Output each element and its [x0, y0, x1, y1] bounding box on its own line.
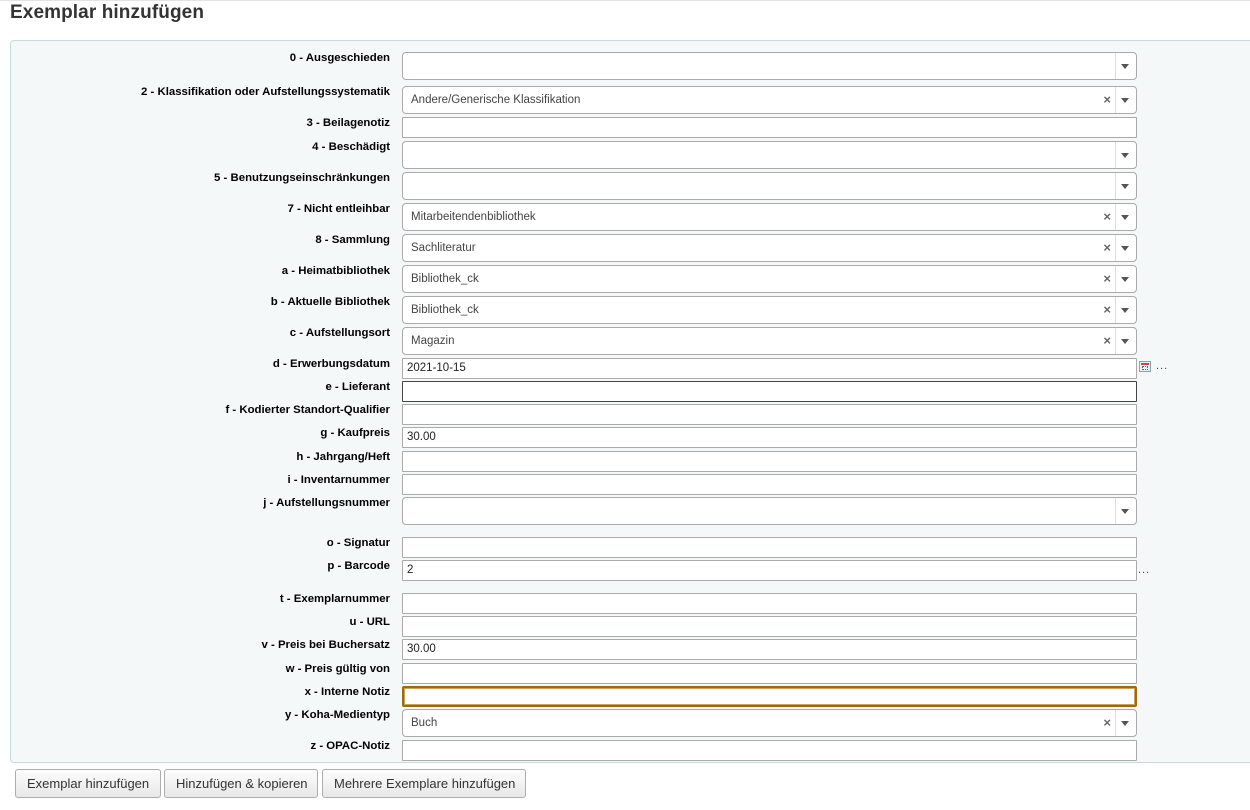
- select-value: Mitarbeitendenbibliothek: [411, 211, 536, 223]
- field-label: y - Koha-Medientyp: [284, 709, 390, 721]
- chevron-down-icon[interactable]: [1115, 266, 1136, 292]
- input-opac-note[interactable]: [402, 740, 1137, 761]
- select-home-library[interactable]: Bibliothek_ck ×: [402, 265, 1137, 293]
- calendar-icon[interactable]: [1139, 361, 1151, 372]
- field-label: g - Kaufpreis: [320, 427, 390, 439]
- chevron-down-icon[interactable]: [1115, 87, 1136, 113]
- field-label: b - Aktuelle Bibliothek: [270, 296, 390, 308]
- field-label: 5 - Benutzungseinschränkungen: [214, 172, 390, 184]
- chevron-down-icon[interactable]: [1115, 498, 1136, 524]
- field-label: v - Preis bei Buchersatz: [261, 639, 390, 651]
- select-value: Bibliothek_ck: [411, 273, 479, 285]
- field-label: 3 - Beilagenotiz: [306, 117, 390, 129]
- clear-icon[interactable]: ×: [1103, 204, 1111, 230]
- field-label: u - URL: [349, 616, 391, 628]
- field-label: 4 - Beschädigt: [312, 141, 390, 153]
- field-label: z - OPAC-Notiz: [310, 740, 390, 752]
- clear-icon[interactable]: ×: [1103, 266, 1111, 292]
- input-materials-notes[interactable]: [402, 117, 1137, 138]
- field-label: a - Heimatbibliothek: [281, 265, 390, 277]
- input-replacement-price[interactable]: 30.00: [402, 639, 1137, 660]
- field-label: 0 - Ausgeschieden: [289, 52, 390, 64]
- input-vendor[interactable]: [402, 381, 1137, 402]
- clear-icon[interactable]: ×: [1103, 297, 1111, 323]
- input-purchase-price[interactable]: 30.00: [402, 427, 1137, 448]
- chevron-down-icon[interactable]: [1115, 173, 1136, 199]
- field-label: d - Erwerbungsdatum: [272, 358, 390, 370]
- field-label: c - Aufstellungsort: [289, 327, 390, 339]
- clear-icon[interactable]: ×: [1103, 710, 1111, 736]
- input-price-effective-from[interactable]: [402, 663, 1137, 684]
- field-label: w - Preis gültig von: [285, 663, 390, 675]
- more-button[interactable]: ...: [1156, 360, 1168, 372]
- field-label: t - Exemplarnummer: [279, 593, 390, 605]
- select-use-restrictions[interactable]: [402, 172, 1137, 200]
- input-acquisition-date[interactable]: 2021-10-15: [402, 358, 1137, 379]
- input-internal-note[interactable]: [402, 686, 1137, 707]
- more-button[interactable]: ...: [1138, 564, 1150, 576]
- field-label: i - Inventarnummer: [287, 474, 390, 486]
- input-barcode[interactable]: 2: [402, 560, 1137, 581]
- field-label: o - Signatur: [326, 537, 390, 549]
- select-value: Andere/Generische Klassifikation: [411, 94, 581, 106]
- chevron-down-icon[interactable]: [1115, 53, 1136, 79]
- field-label: e - Lieferant: [325, 381, 390, 393]
- input-serial-enumeration[interactable]: [402, 451, 1137, 472]
- add-multiple-items-button[interactable]: Mehrere Exemplare hinzufügen: [322, 769, 526, 798]
- chevron-down-icon[interactable]: [1115, 235, 1136, 261]
- clear-icon[interactable]: ×: [1103, 87, 1111, 113]
- field-label: h - Jahrgang/Heft: [296, 451, 390, 463]
- select-value: Buch: [411, 717, 438, 729]
- select-classification-source[interactable]: Andere/Generische Klassifikation ×: [402, 86, 1137, 114]
- select-current-library[interactable]: Bibliothek_ck ×: [402, 296, 1137, 324]
- select-shelving-location[interactable]: Magazin ×: [402, 327, 1137, 355]
- select-not-for-loan[interactable]: Mitarbeitendenbibliothek ×: [402, 203, 1137, 231]
- field-label: 8 - Sammlung: [315, 234, 390, 246]
- input-coded-location-qualifier[interactable]: [402, 404, 1137, 425]
- field-label: 7 - Nicht entleihbar: [287, 203, 390, 215]
- clear-icon[interactable]: ×: [1103, 328, 1111, 354]
- chevron-down-icon[interactable]: [1115, 142, 1136, 168]
- clear-icon[interactable]: ×: [1103, 235, 1111, 261]
- select-value: Bibliothek_ck: [411, 304, 479, 316]
- input-url[interactable]: [402, 616, 1137, 637]
- select-withdrawn[interactable]: [402, 52, 1137, 80]
- field-label: f - Kodierter Standort-Qualifier: [225, 404, 390, 416]
- chevron-down-icon[interactable]: [1115, 297, 1136, 323]
- select-damaged[interactable]: [402, 141, 1137, 169]
- add-item-button[interactable]: Exemplar hinzufügen: [15, 769, 161, 798]
- select-shelving-control-number[interactable]: [402, 497, 1137, 525]
- select-collection[interactable]: Sachliteratur ×: [402, 234, 1137, 262]
- chevron-down-icon[interactable]: [1115, 710, 1136, 736]
- input-copy-number[interactable]: [402, 593, 1137, 614]
- input-call-number[interactable]: [402, 537, 1137, 558]
- field-label: p - Barcode: [327, 560, 390, 572]
- chevron-down-icon[interactable]: [1115, 204, 1136, 230]
- field-label: j - Aufstellungsnummer: [263, 497, 390, 509]
- select-value: Sachliteratur: [411, 242, 476, 254]
- select-value: Magazin: [411, 335, 455, 347]
- chevron-down-icon[interactable]: [1115, 328, 1136, 354]
- add-and-duplicate-button[interactable]: Hinzufügen & kopieren: [164, 769, 318, 798]
- select-item-type[interactable]: Buch ×: [402, 709, 1137, 737]
- field-label: x - Interne Notiz: [304, 686, 390, 698]
- input-inventory-number[interactable]: [402, 474, 1137, 495]
- field-label: 2 - Klassifikation oder Aufstellungssyst…: [141, 86, 390, 98]
- page-title: Exemplar hinzufügen: [10, 2, 205, 23]
